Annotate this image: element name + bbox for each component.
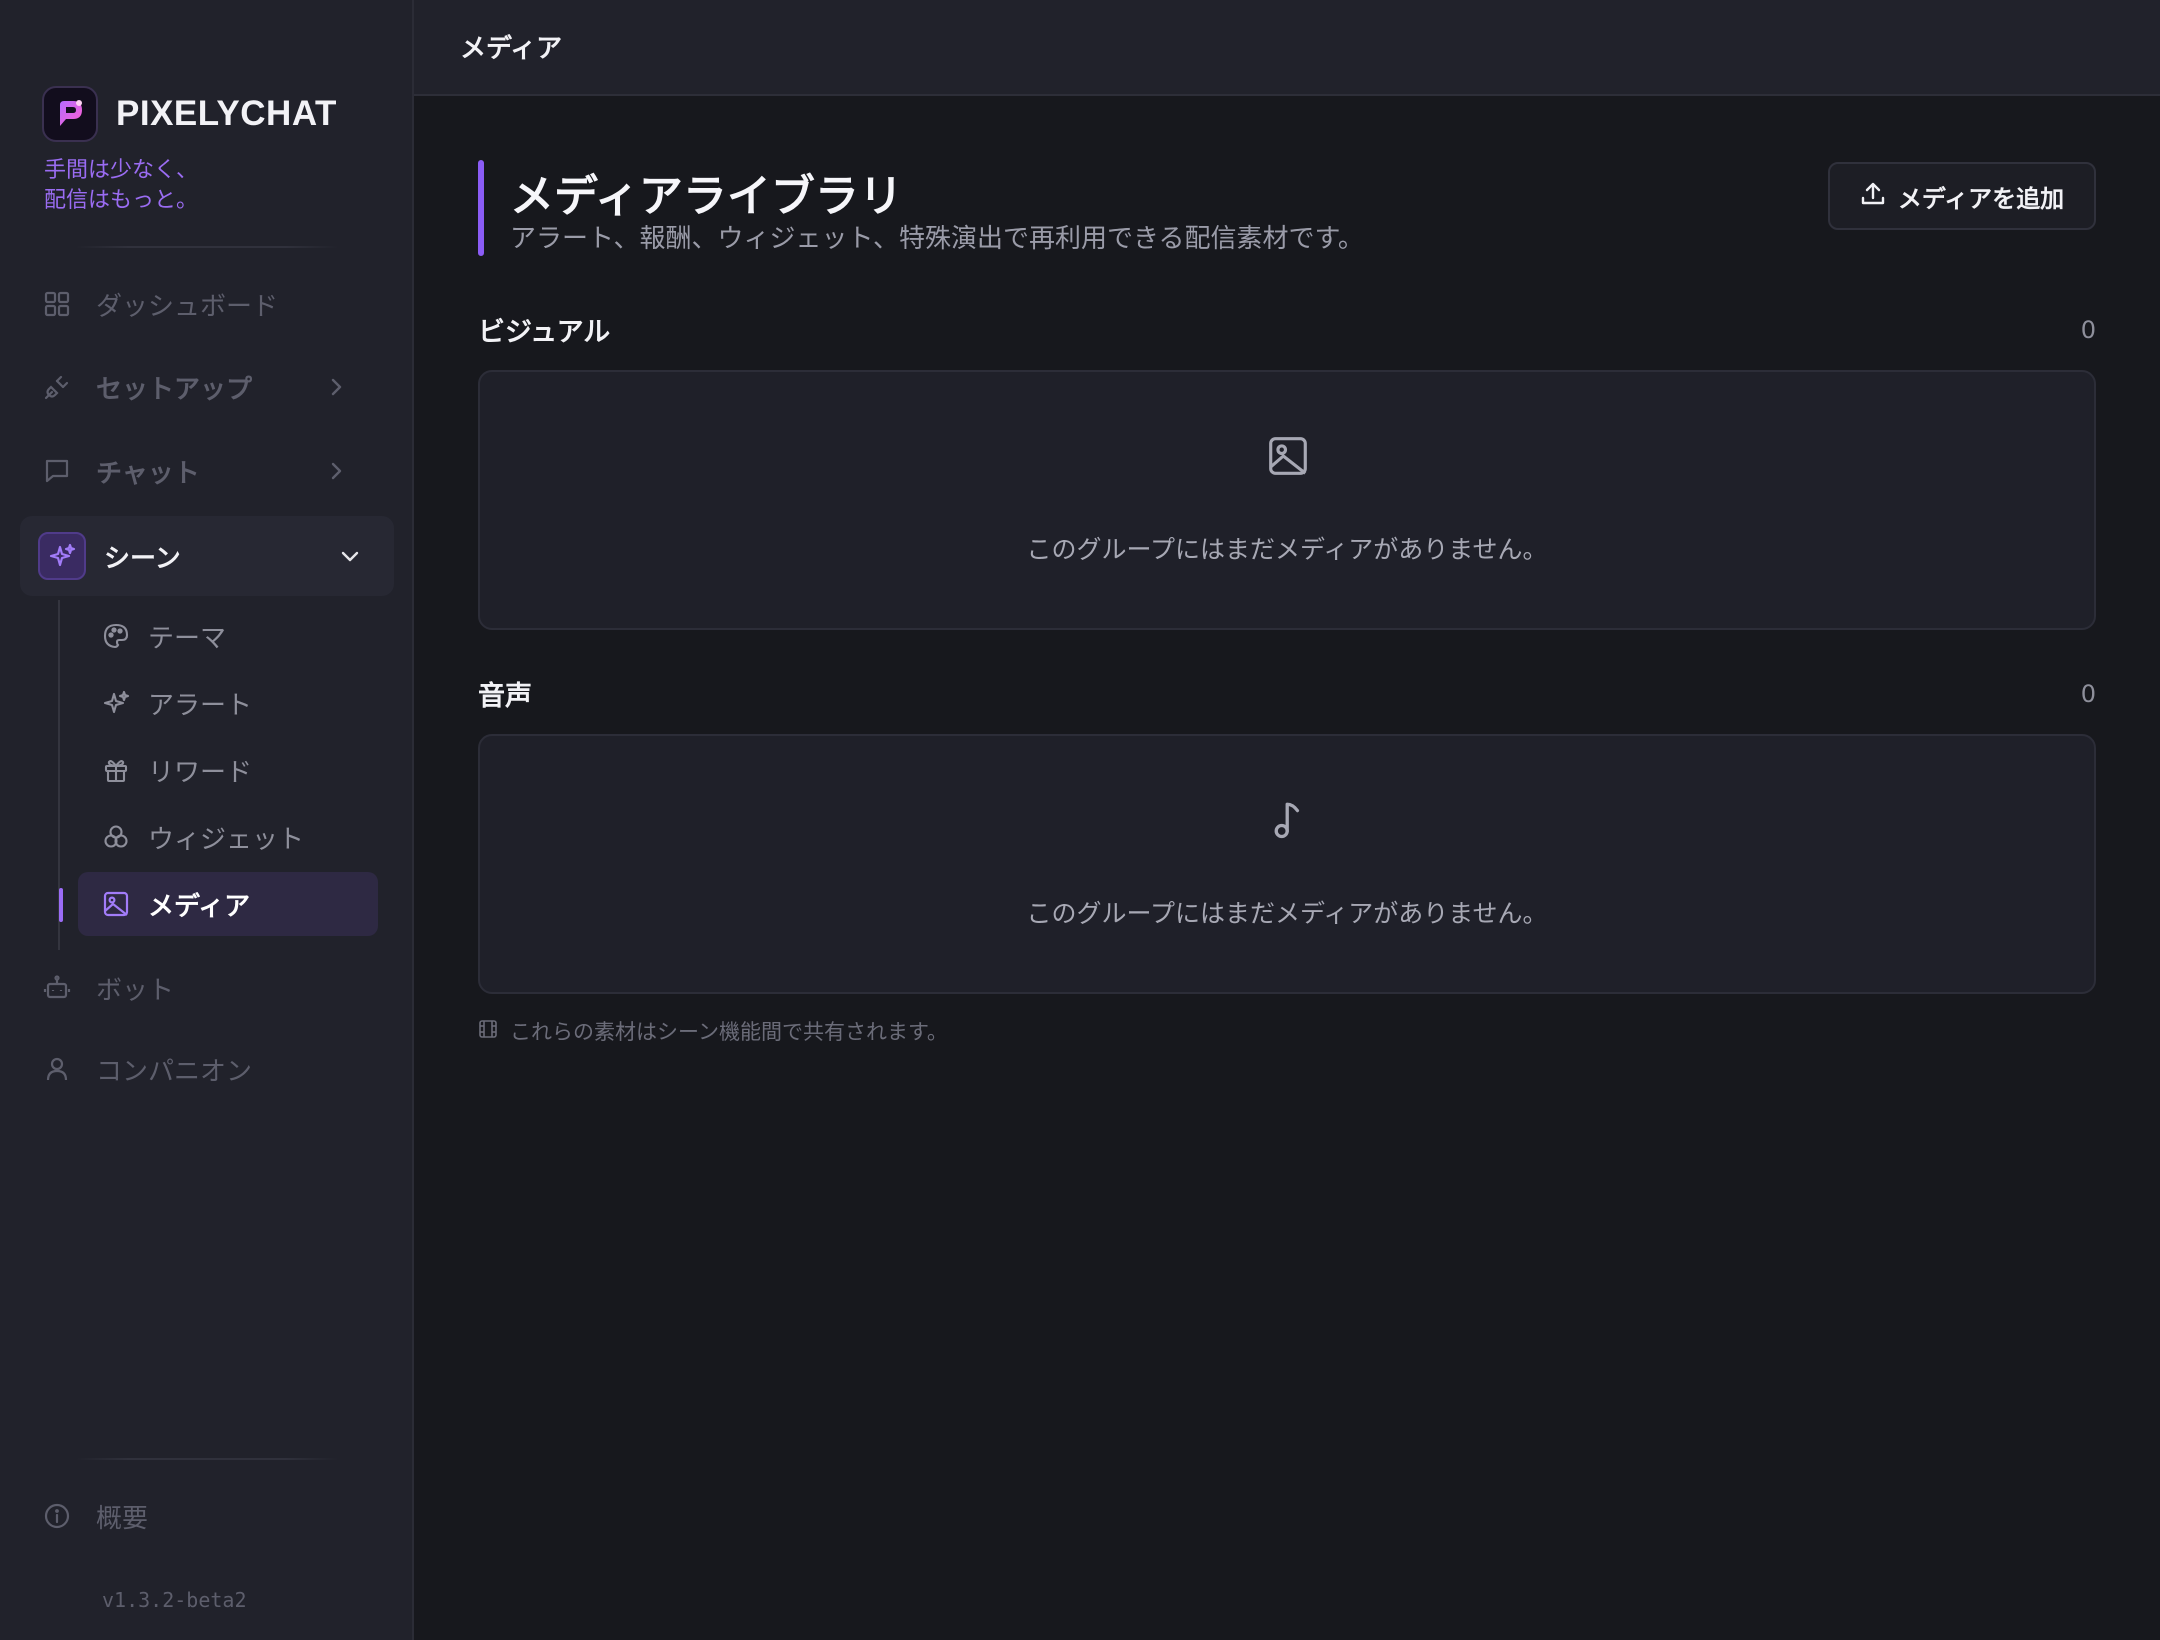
- sidebar-subitem-label: アラート: [148, 690, 253, 721]
- sidebar-item-label: ダッシュボード: [96, 291, 279, 322]
- title-accent-bar: [478, 160, 484, 256]
- brand-tagline: 手間は少なく、 配信はもっと。: [44, 156, 374, 216]
- sidebar-item-scene[interactable]: シーン: [20, 516, 394, 596]
- sidebar-item-dashboard[interactable]: ダッシュボード: [40, 274, 376, 334]
- sidebar-divider-bottom: [76, 1458, 338, 1460]
- sidebar-subitem-alert[interactable]: アラート: [78, 671, 378, 735]
- tagline-line-2: 配信はもっと。: [44, 188, 199, 213]
- image-icon: [1262, 430, 1314, 482]
- brand-name: PIXELYCHAT: [116, 94, 337, 133]
- add-media-button-label: メディアを追加: [1897, 184, 2065, 213]
- add-media-button[interactable]: メディアを追加: [1828, 162, 2096, 230]
- sidebar-item-label: コンパニオン: [96, 1056, 253, 1087]
- section-title-visual: ビジュアル: [478, 317, 611, 348]
- sidebar-subitem-label: テーマ: [148, 623, 227, 654]
- shared-assets-note: これらの素材はシーン機能間で共有されます。: [478, 1016, 948, 1046]
- app-version: v1.3.2-beta2: [102, 1588, 247, 1612]
- section-title-audio: 音声: [478, 681, 532, 712]
- app-window: PIXELYCHAT 手間は少なく、 配信はもっと。 ダッシュボード セットアッ…: [0, 0, 2160, 1640]
- chevron-right-icon: [320, 455, 352, 487]
- sidebar-subitem-widget[interactable]: ウィジェット: [78, 805, 378, 869]
- film-icon: [478, 1019, 498, 1043]
- section-count-visual: 0: [2080, 316, 2096, 344]
- top-bar-title: メディア: [460, 34, 563, 64]
- sidebar-subitem-label: リワード: [148, 757, 253, 788]
- sidebar-item-chat[interactable]: チャット: [40, 441, 376, 501]
- sidebar-item-about[interactable]: 概要: [40, 1486, 376, 1546]
- bot-icon: [40, 971, 74, 1005]
- chat-bubble-icon: [40, 454, 74, 488]
- sidebar-subitem-theme[interactable]: テーマ: [78, 604, 378, 668]
- chevron-down-icon: [334, 540, 366, 572]
- page-title: メディアライブラリ: [510, 171, 903, 222]
- active-indicator: [59, 888, 63, 922]
- sidebar-divider-top: [76, 246, 338, 248]
- sidebar-item-label: チャット: [96, 458, 200, 489]
- chevron-right-icon: [320, 371, 352, 403]
- empty-state-visual: このグループにはまだメディアがありません。: [478, 370, 2096, 630]
- plug-icon: [40, 370, 74, 404]
- empty-state-message: このグループにはまだメディアがありません。: [1026, 899, 1548, 928]
- sidebar-subitem-label: メディア: [148, 891, 251, 922]
- sidebar-subitem-label: ウィジェット: [148, 824, 305, 855]
- dashboard-grid-icon: [40, 287, 74, 321]
- main-content: メディア メディアライブラリ アラート、報酬、ウィジェット、特殊演出で再利用でき…: [414, 0, 2160, 1640]
- section-count-audio: 0: [2080, 680, 2096, 708]
- palette-icon: [100, 620, 132, 652]
- sidebar-subitem-reward[interactable]: リワード: [78, 738, 378, 802]
- tagline-line-1: 手間は少なく、: [44, 158, 199, 183]
- sparkles-icon: [100, 687, 132, 719]
- shared-assets-note-text: これらの素材はシーン機能間で共有されます。: [510, 1020, 948, 1044]
- sidebar-item-label: セットアップ: [96, 374, 253, 405]
- sidebar-subitem-media[interactable]: メディア: [78, 872, 378, 936]
- empty-state-message: このグループにはまだメディアがありません。: [1026, 535, 1548, 564]
- info-icon: [40, 1499, 74, 1533]
- sidebar: PIXELYCHAT 手間は少なく、 配信はもっと。 ダッシュボード セットアッ…: [0, 0, 414, 1640]
- sidebar-item-label: シーン: [104, 543, 181, 574]
- widgets-icon: [100, 821, 132, 853]
- sparkles-icon: [38, 532, 86, 580]
- sidebar-item-label: 概要: [96, 1503, 149, 1534]
- upload-icon: [1860, 181, 1886, 211]
- top-bar: メディア: [414, 0, 2160, 96]
- brand[interactable]: PIXELYCHAT: [42, 86, 337, 142]
- sidebar-item-setup[interactable]: セットアップ: [40, 357, 376, 417]
- music-note-icon: [1262, 794, 1314, 846]
- brand-logo-icon: [42, 86, 98, 142]
- page-subtitle: アラート、報酬、ウィジェット、特殊演出で再利用できる配信素材です。: [510, 224, 1364, 254]
- gift-icon: [100, 754, 132, 786]
- empty-state-audio: このグループにはまだメディアがありません。: [478, 734, 2096, 994]
- sidebar-item-label: ボット: [96, 975, 175, 1006]
- user-icon: [40, 1052, 74, 1086]
- sidebar-item-companion[interactable]: コンパニオン: [40, 1039, 376, 1099]
- sidebar-item-bot[interactable]: ボット: [40, 958, 376, 1018]
- image-icon: [100, 888, 132, 920]
